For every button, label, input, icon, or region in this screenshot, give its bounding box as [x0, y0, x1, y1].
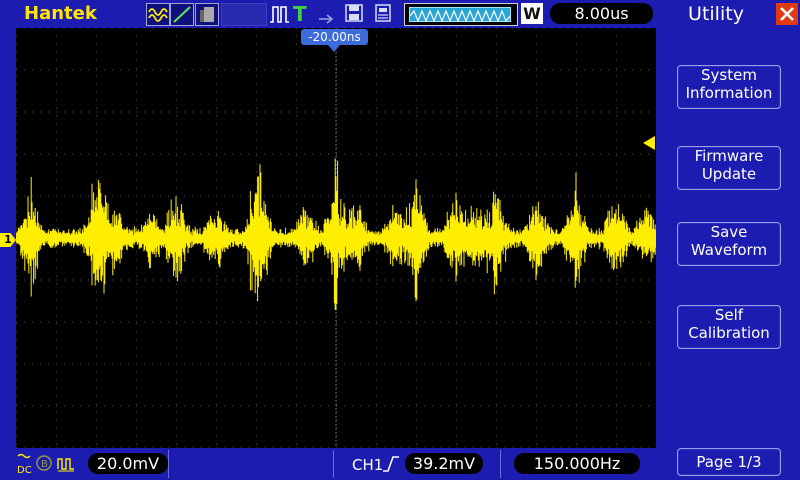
- frequency-readout: 150.000Hz: [514, 453, 640, 474]
- divider: [168, 450, 169, 478]
- save-icon[interactable]: [345, 4, 363, 22]
- firmware-update-button[interactable]: Firmware Update: [677, 146, 781, 190]
- trigger-source: CH1: [352, 456, 384, 474]
- divider: [500, 450, 501, 478]
- page-button[interactable]: Page 1/3: [677, 448, 781, 476]
- ch1-ground-marker[interactable]: 1: [0, 233, 16, 247]
- top-status-bar: Hantek T W 8.00us: [0, 0, 656, 28]
- brand-logo: Hantek: [24, 3, 97, 24]
- memory-window-indicator: [409, 7, 511, 23]
- status-placeholder: [221, 3, 267, 26]
- wave-mode-icon[interactable]: [146, 3, 170, 26]
- trigger-status: T: [293, 2, 307, 26]
- divider: [333, 450, 334, 478]
- trigger-pulse-icon: [268, 3, 290, 25]
- save-waveform-button[interactable]: Save Waveform: [677, 222, 781, 266]
- arrow-icon: [318, 9, 336, 24]
- coupling-text: DC: [17, 465, 32, 475]
- button-label-line2: Calibration: [688, 324, 770, 342]
- menu-title: Utility: [688, 3, 744, 25]
- ch1-volts-per-div[interactable]: 20.0mV: [88, 453, 168, 474]
- system-information-button[interactable]: System Information: [677, 65, 781, 109]
- button-label-line2: Update: [701, 165, 757, 183]
- usb-icon: [374, 4, 392, 22]
- rising-edge-icon: [381, 455, 401, 473]
- timebase-readout[interactable]: 8.00us: [550, 3, 653, 24]
- button-label-line1: System: [701, 66, 757, 84]
- memory-window-bar: [404, 3, 518, 26]
- button-label-line1: Firmware: [694, 147, 764, 165]
- close-icon[interactable]: [776, 3, 798, 25]
- memory-depth-badge: W: [521, 3, 543, 24]
- svg-text:B: B: [41, 459, 48, 470]
- ch1-coupling-icons: DC B: [16, 453, 86, 478]
- trigger-level-readout[interactable]: 39.2mV: [405, 453, 483, 474]
- trigger-position-marker[interactable]: [328, 45, 340, 52]
- persistence-icon[interactable]: [195, 3, 219, 26]
- button-label-line2: Information: [685, 84, 773, 102]
- trigger-position-label: -20.00ns: [301, 29, 368, 45]
- button-label-line1: Save: [710, 223, 748, 241]
- ch1-waveform-trace: [15, 158, 657, 311]
- button-label-line2: Waveform: [690, 241, 768, 259]
- graticule: [15, 27, 658, 450]
- trigger-level-marker[interactable]: [643, 136, 655, 150]
- button-label-line1: Self: [714, 306, 744, 324]
- waveform-display: [15, 27, 658, 450]
- self-calibration-button[interactable]: Self Calibration: [677, 305, 781, 349]
- line-mode-icon[interactable]: [170, 3, 194, 26]
